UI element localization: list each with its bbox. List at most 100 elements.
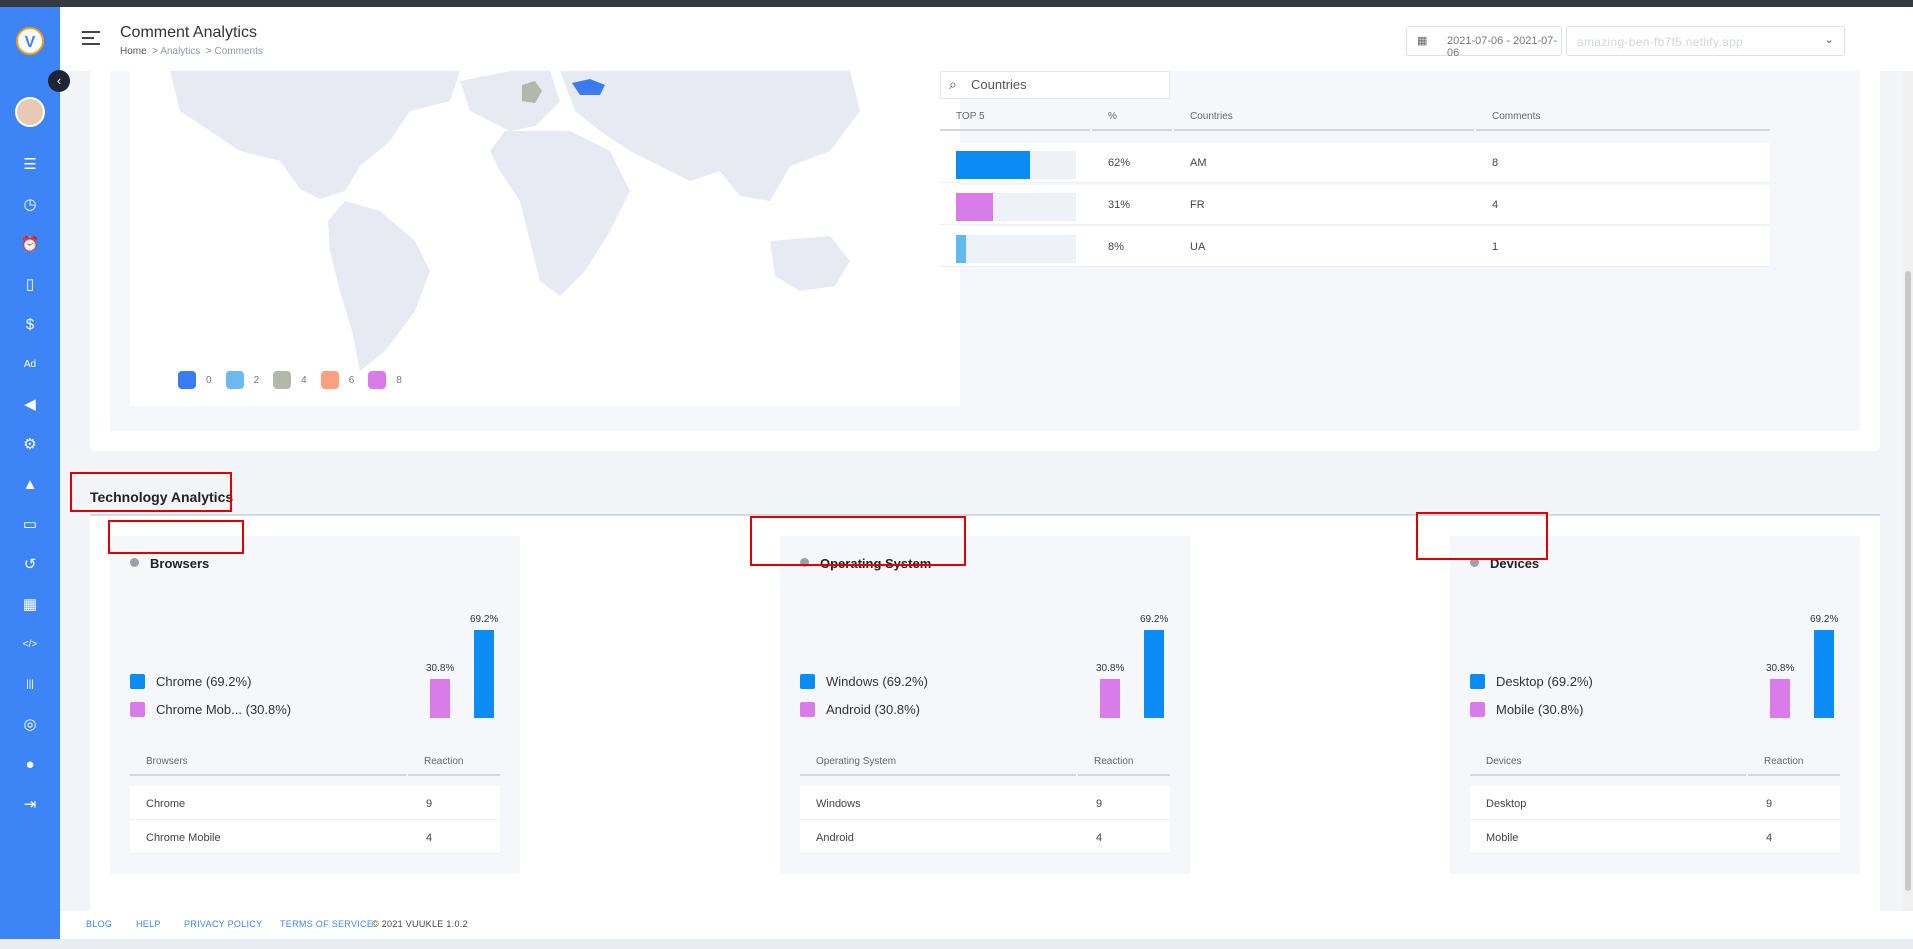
ad-icon[interactable]: Ad [18, 354, 42, 376]
col-name[interactable]: Devices [1470, 756, 1746, 776]
progress-bar [956, 193, 1076, 221]
footer-copyright: © 2021 VUUKLE 1.0.2 [372, 919, 468, 929]
table-row: Chrome Mobile4 [130, 820, 500, 854]
panel-legend-item[interactable]: Windows (69.2%) [800, 674, 928, 689]
sidebar-collapse-button[interactable]: ‹ [48, 70, 70, 92]
row-country: UA [1190, 241, 1205, 253]
chart-bar[interactable] [430, 679, 450, 718]
clock-icon[interactable]: ◷ [18, 194, 42, 216]
col-reaction[interactable]: Reaction [1748, 756, 1840, 776]
panel-legend-item[interactable]: Mobile (30.8%) [1470, 702, 1583, 717]
megaphone-icon[interactable]: ◀ [18, 394, 42, 416]
progress-bar [956, 235, 1076, 263]
col-reaction[interactable]: Reaction [1078, 756, 1170, 776]
header: Comment Analytics Home > Analytics > Com… [60, 7, 1913, 71]
row-name: Windows [816, 798, 861, 810]
site-select[interactable]: amazing-ben-fb7f5.netlify.app ⌄ [1566, 26, 1845, 56]
table-row: 8%UA1 [940, 227, 1770, 267]
col-percent[interactable]: % [1092, 111, 1172, 131]
vuukle-logo[interactable]: V [16, 27, 44, 55]
col-name[interactable]: Browsers [130, 756, 406, 776]
legend-label: 0 [206, 375, 212, 386]
legend-label: Desktop [1496, 674, 1544, 689]
col-reaction[interactable]: Reaction [408, 756, 500, 776]
tech-panel-devices: Devices Desktop (69.2%) Mobile (30.8%) 30.8… [1450, 536, 1860, 874]
countries-inner: 0 2 46 8 ⌕ Countries TOP 5 % Countries Comm… [110, 71, 1860, 431]
legend-percent: (30.8%) [874, 702, 920, 717]
legend-label: Windows [826, 674, 879, 689]
col-countries[interactable]: Countries [1174, 111, 1474, 131]
footer-link-blog[interactable]: BLOG [86, 919, 112, 929]
footer-link-help[interactable]: HELP [136, 919, 161, 929]
map-legend-item[interactable]: 0 [178, 371, 212, 389]
row-name: Desktop [1486, 798, 1526, 810]
history-icon[interactable]: ↺ [18, 554, 42, 576]
legend-swatch [178, 371, 196, 389]
chart-icon[interactable]: ▲ [18, 474, 42, 496]
panel-legend-item[interactable]: Android (30.8%) [800, 702, 920, 717]
map-legend-item[interactable]: 2 [226, 371, 260, 389]
library-icon[interactable]: ||| [18, 674, 42, 696]
breadcrumb-analytics[interactable]: Analytics [160, 46, 200, 57]
row-comments: 1 [1492, 241, 1498, 253]
chart-bar-label: 30.8% [1766, 663, 1794, 674]
progress-fill [956, 235, 966, 263]
row-value: 9 [1766, 798, 1772, 810]
highlight-box [108, 520, 244, 554]
bottom-bar [0, 939, 1913, 949]
chat-icon[interactable]: ● [18, 754, 42, 776]
headset-icon[interactable]: ◎ [18, 714, 42, 736]
table-row: 31%FR4 [940, 185, 1770, 225]
row-value: 9 [426, 798, 432, 810]
col-name[interactable]: Operating System [800, 756, 1076, 776]
gear-icon[interactable]: ⚙ [18, 434, 42, 456]
dollar-icon[interactable]: $ [18, 314, 42, 336]
breadcrumb-comments: Comments [215, 46, 263, 57]
chart-bar[interactable] [1814, 630, 1834, 718]
table-row: 62%AM8 [940, 143, 1770, 183]
abacus-icon[interactable]: ▦ [18, 594, 42, 616]
map-legend-item[interactable]: 6 [321, 371, 355, 389]
avatar[interactable] [15, 97, 45, 127]
code-icon[interactable]: </> [18, 634, 42, 656]
menu-icon[interactable] [82, 31, 100, 45]
chart-bar[interactable] [1100, 679, 1120, 718]
footer-link-terms[interactable]: TERMS OF SERVICE [280, 919, 373, 929]
row-name: Android [816, 832, 854, 844]
table-row: Desktop 9 [1470, 786, 1840, 820]
card-icon[interactable]: ▭ [18, 514, 42, 536]
countries-search[interactable]: ⌕ Countries [940, 71, 1170, 99]
date-range-picker[interactable]: ▦ 2021-07-06 - 2021-07-06 [1406, 26, 1562, 56]
legend-swatch [1470, 702, 1485, 717]
row-value: 4 [1096, 832, 1102, 844]
chart-bar[interactable] [474, 630, 494, 718]
highlight-box [70, 472, 232, 512]
panel-legend-item[interactable]: Desktop (69.2%) [1470, 674, 1593, 689]
panel-legend-item[interactable]: Chrome Mob... (30.8%) [130, 702, 291, 717]
panel-legend-item[interactable]: Chrome (69.2%) [130, 674, 251, 689]
footer-link-privacy[interactable]: PRIVACY POLICY [184, 919, 262, 929]
chart-bar-label: 69.2% [1810, 614, 1838, 625]
legend-label: 8 [396, 375, 402, 386]
chart-bar-label: 69.2% [1140, 614, 1168, 625]
footer: BLOG HELP PRIVACY POLICY TERMS OF SERVIC… [60, 911, 1913, 939]
chart-bar[interactable] [1144, 630, 1164, 718]
row-value: 4 [1766, 832, 1772, 844]
technology-card: Browsers Chrome (69.2%) Chrome Mob... (30.… [90, 516, 1880, 911]
map-legend-item[interactable]: 4 [273, 371, 307, 389]
col-comments[interactable]: Comments [1476, 111, 1770, 131]
chart-bar[interactable] [1770, 679, 1790, 718]
scrollbar[interactable] [1903, 71, 1913, 911]
breadcrumb-home[interactable]: Home [120, 46, 147, 57]
countries-search-label: Countries [971, 77, 1027, 92]
row-comments: 8 [1492, 157, 1498, 169]
book-icon[interactable]: ▯ [18, 274, 42, 296]
legend-label: 2 [254, 375, 260, 386]
alarm-icon[interactable]: ⏰ [18, 234, 42, 256]
table-row: Chrome9 [130, 786, 500, 820]
col-top5[interactable]: TOP 5 [940, 111, 1090, 131]
list-icon[interactable]: ☰ [18, 154, 42, 176]
chevron-down-icon: ⌄ [1824, 33, 1834, 46]
logout-icon[interactable]: ⇥ [18, 794, 42, 816]
map-legend-item[interactable]: 8 [368, 371, 402, 389]
